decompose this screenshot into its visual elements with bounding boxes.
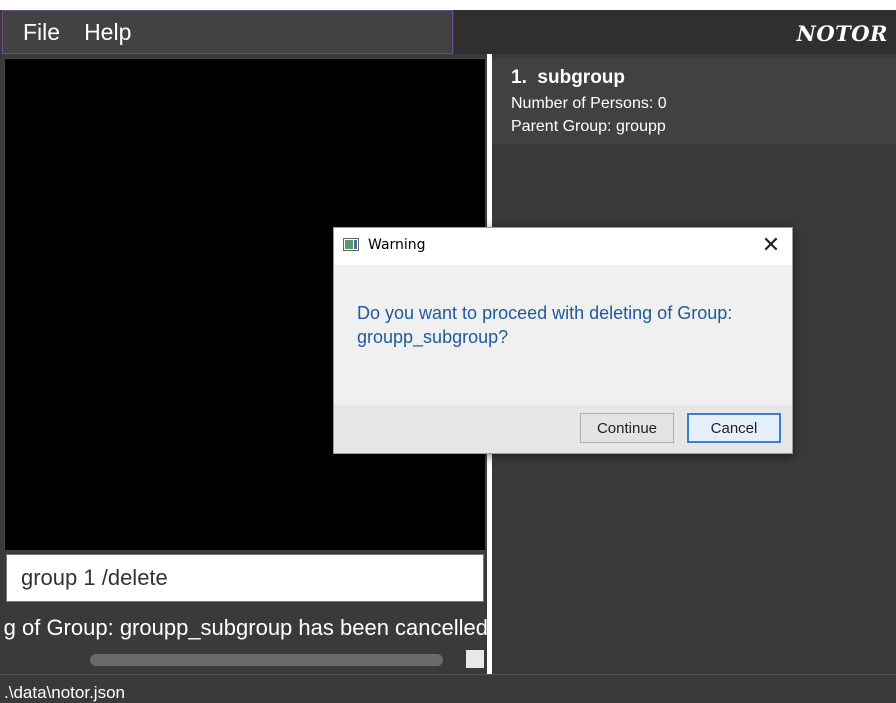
data-file-path: .\data\notor.json — [4, 683, 125, 702]
group-parent: Parent Group: groupp — [511, 118, 666, 135]
dialog-title: Warning — [368, 237, 426, 253]
group-index: 1. — [511, 67, 527, 88]
app-logo: NOTOR — [796, 21, 888, 46]
warning-dialog: Warning ✕ Do you want to proceed with de… — [333, 227, 793, 454]
dialog-footer: Continue Cancel — [334, 405, 792, 453]
dialog-content: Do you want to proceed with deleting of … — [334, 265, 792, 405]
window-app-icon — [343, 238, 359, 251]
scrollbar-corner — [466, 650, 484, 668]
group-card[interactable]: 1. subgroup Number of Persons: 0 Parent … — [492, 58, 896, 144]
cancel-button[interactable]: Cancel — [687, 413, 781, 443]
group-name: subgroup — [537, 67, 626, 88]
menu-help[interactable]: Help — [84, 19, 131, 46]
menu-file[interactable]: File — [23, 19, 60, 46]
menu-bar: File Help — [2, 10, 453, 54]
continue-button[interactable]: Continue — [580, 413, 674, 443]
group-title: 1. subgroup — [511, 67, 625, 89]
horizontal-scrollbar[interactable] — [90, 654, 443, 666]
dialog-titlebar: Warning ✕ — [334, 228, 792, 265]
command-input[interactable]: group 1 /delete — [6, 554, 484, 602]
top-window-edge — [0, 0, 896, 10]
result-display: Deleting of Group: groupp_subgroup has b… — [4, 615, 488, 641]
group-persons-count: Number of Persons: 0 — [511, 95, 667, 112]
header-bar: NOTOR — [454, 10, 896, 54]
close-icon[interactable]: ✕ — [758, 234, 784, 258]
result-message: Deleting of Group: groupp_subgroup has b… — [4, 615, 488, 640]
status-bar: .\data\notor.json — [0, 674, 896, 702]
dialog-message: Do you want to proceed with deleting of … — [357, 303, 733, 347]
